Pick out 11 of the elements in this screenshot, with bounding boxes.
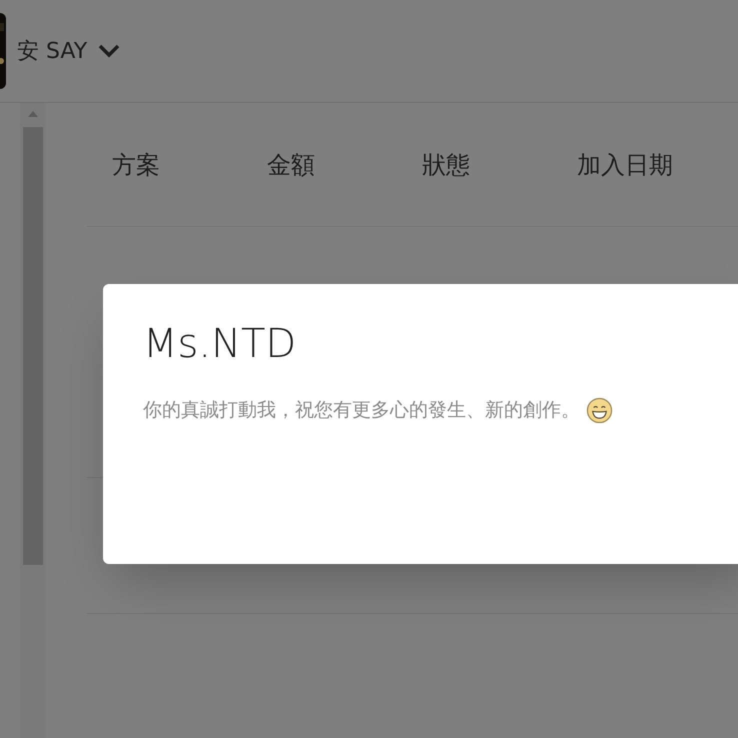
dialog-message: 你的真誠打動我，祝您有更多心的發生、新的創作。 [143,398,580,423]
chevron-down-icon[interactable] [97,43,122,59]
column-header: 方案 [112,150,161,180]
scrollbar[interactable] [20,103,46,738]
column-header: 金額 [267,150,316,180]
user-name[interactable]: 安 SAY [17,34,88,68]
dialog-title: Ms.NTD [143,320,298,369]
grinning-face-icon [586,396,613,424]
scroll-up-icon[interactable] [28,111,38,117]
column-header: 加入日期 [577,150,674,180]
column-header: 狀態 [422,150,471,180]
